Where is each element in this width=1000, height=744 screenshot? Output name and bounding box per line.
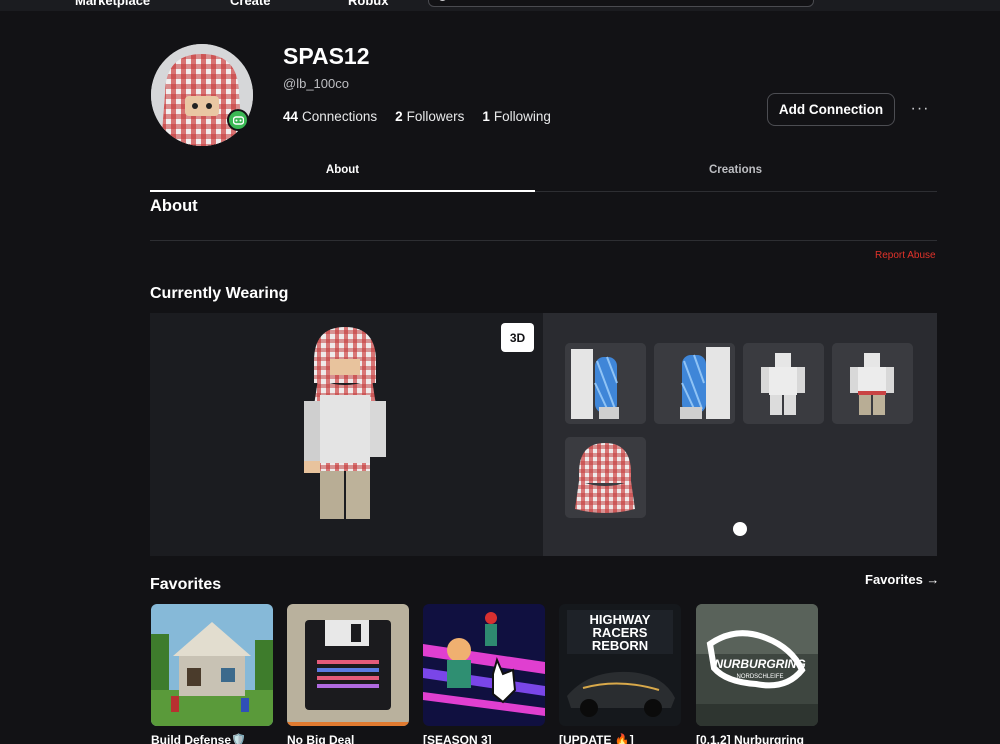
nav-create[interactable]: Create [230, 0, 270, 8]
svg-text:REBORN: REBORN [592, 638, 648, 653]
currently-wearing-heading: Currently Wearing [150, 285, 289, 302]
connections-label: Connections [302, 109, 378, 124]
currently-wearing-panel: 3D [150, 313, 937, 556]
worn-items-grid [543, 313, 937, 556]
carousel-dot[interactable] [733, 522, 747, 536]
worn-item-shirt[interactable] [743, 343, 824, 424]
worn-item-blue-arm[interactable] [565, 343, 646, 424]
game-thumbnail [151, 604, 273, 726]
avatar-preview: 3D [150, 313, 543, 556]
followers-count: 2 [395, 109, 403, 124]
search-input[interactable] [455, 0, 755, 4]
display-name: SPAS12 [283, 43, 370, 69]
status-badge [227, 109, 249, 131]
worn-item-pants[interactable] [832, 343, 913, 424]
game-title: [SEASON 3] [423, 733, 492, 744]
favorite-game-card[interactable]: NURBURGRING NORDSCHLEIFE [0.1.2] Nurburg… [696, 604, 818, 744]
game-thumbnail [287, 604, 409, 726]
top-navigation: Marketplace Create Robux [0, 0, 1000, 11]
in-game-icon [229, 111, 247, 129]
profile-stats: 44 Connections 2 Followers 1 Following [283, 109, 551, 124]
favorite-game-card[interactable]: HIGHWAY RACERS REBORN [UPDATE 🔥] [559, 604, 681, 744]
profile-tabs: About Creations [150, 156, 937, 192]
add-connection-button[interactable]: Add Connection [767, 93, 895, 126]
game-title: [UPDATE 🔥] [559, 733, 634, 744]
favorite-game-card[interactable]: [SEASON 3] [423, 604, 545, 744]
search-bar[interactable] [428, 0, 814, 7]
tab-creations[interactable]: Creations [543, 156, 928, 192]
worn-item-keffiyeh[interactable] [565, 437, 646, 518]
username: @lb_100co [283, 76, 349, 91]
game-thumbnail [423, 604, 545, 726]
about-heading: About [150, 197, 198, 215]
following-count: 1 [482, 109, 490, 124]
game-thumbnail: HIGHWAY RACERS REBORN [559, 604, 681, 726]
favorite-game-card[interactable]: No Big Deal [287, 604, 409, 744]
connections-stat[interactable]: 44 Connections [283, 109, 377, 124]
following-label: Following [493, 109, 551, 124]
nav-robux[interactable]: Robux [348, 0, 388, 8]
game-thumbnail: NURBURGRING NORDSCHLEIFE [696, 604, 818, 726]
avatar-full-body [304, 327, 386, 519]
divider [150, 240, 937, 241]
favorites-see-all-link[interactable]: Favorites → [865, 572, 939, 587]
report-abuse-link[interactable]: Report Abuse [875, 250, 936, 261]
more-options-button[interactable]: ··· [905, 97, 935, 121]
game-title: Build Defense🛡️ [151, 733, 246, 744]
followers-label: Followers [406, 109, 465, 124]
favorite-game-card[interactable]: Build Defense🛡️ [151, 604, 273, 744]
worn-item-blue-arm[interactable] [654, 343, 735, 424]
connections-count: 44 [283, 109, 299, 124]
view-3d-button[interactable]: 3D [501, 323, 534, 352]
svg-text:NORDSCHLEIFE: NORDSCHLEIFE [736, 674, 783, 680]
game-title: [0.1.2] Nurburgring [696, 733, 805, 744]
favorites-heading: Favorites [150, 576, 222, 593]
game-title: No Big Deal [287, 733, 355, 744]
followers-stat[interactable]: 2 Followers [395, 109, 464, 124]
nav-marketplace[interactable]: Marketplace [75, 0, 150, 8]
search-icon [438, 0, 447, 1]
following-stat[interactable]: 1 Following [482, 109, 551, 124]
svg-text:NURBURGRING: NURBURGRING [714, 657, 805, 671]
tab-about[interactable]: About [150, 156, 535, 192]
